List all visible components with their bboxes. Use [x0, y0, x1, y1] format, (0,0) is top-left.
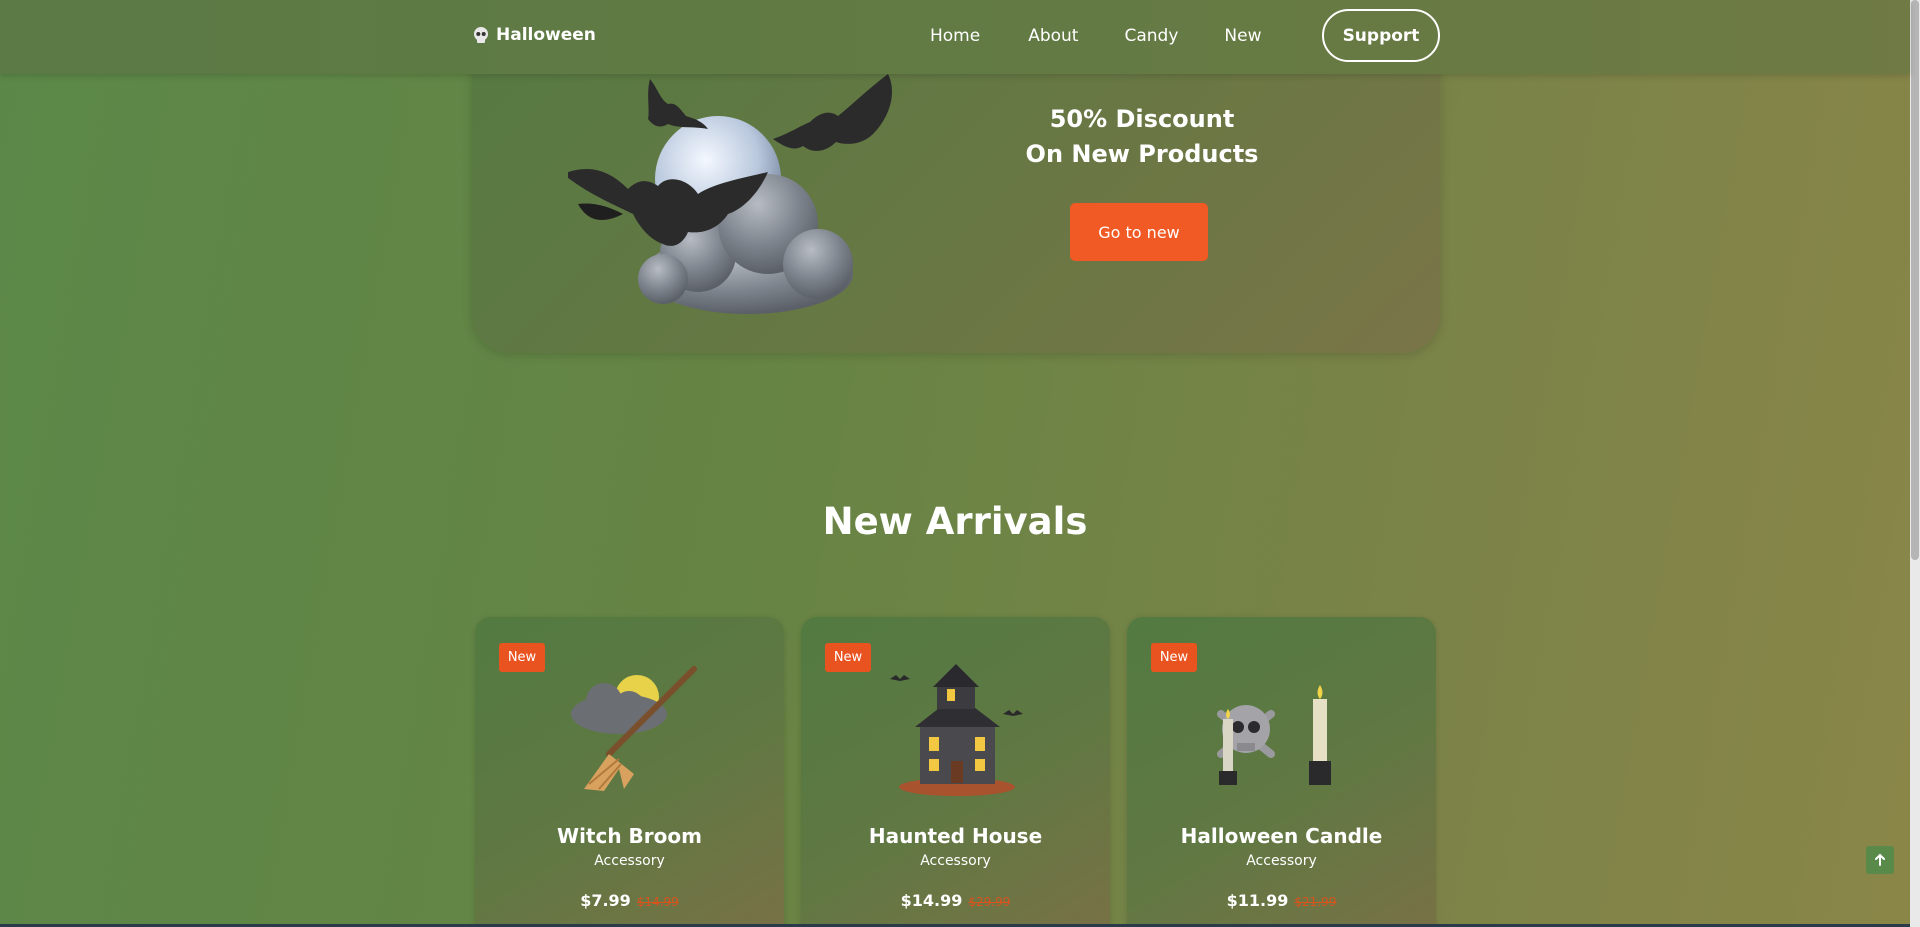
product-price: $7.99: [580, 891, 631, 910]
product-price-row: $11.99 $21.99: [1127, 891, 1436, 910]
brand-name: Halloween: [496, 25, 596, 45]
product-price: $11.99: [1226, 891, 1289, 910]
new-badge: New: [825, 643, 871, 672]
brand-logo[interactable]: Halloween: [472, 24, 596, 46]
nav-about-link[interactable]: About: [1028, 22, 1078, 50]
product-card[interactable]: New Halloween Candle Accessory $11.99 $21…: [1127, 617, 1436, 927]
product-price-row: $7.99 $14.99: [475, 891, 784, 910]
product-category: Accessory: [920, 853, 991, 869]
product-name: Witch Broom: [557, 824, 702, 848]
hero-title-line2: On New Products: [1025, 140, 1259, 168]
skull-icon: [474, 27, 488, 43]
product-card[interactable]: New Witch Broom Accessory $7.99 $14.99: [475, 617, 784, 927]
go-to-new-button[interactable]: Go to new: [1070, 203, 1208, 261]
section-title: New Arrivals: [822, 500, 1088, 543]
back-to-top-button[interactable]: [1866, 846, 1894, 874]
hero-title: 50% Discount On New Products: [982, 102, 1302, 172]
product-price: $14.99: [900, 891, 963, 910]
product-name: Haunted House: [868, 824, 1043, 848]
scrollbar[interactable]: [1910, 0, 1920, 927]
nav-candy-link[interactable]: Candy: [1124, 22, 1178, 50]
haunted-house-icon: [890, 664, 1023, 796]
nav-new-link[interactable]: New: [1224, 22, 1261, 50]
arrow-up-icon: [1875, 853, 1885, 866]
halloween-candle-icon: [1217, 685, 1331, 785]
support-button[interactable]: Support: [1322, 9, 1440, 62]
bats-moon-cloud-icon: [568, 74, 893, 314]
product-name: Halloween Candle: [1180, 824, 1383, 848]
hero-title-line1: 50% Discount: [1049, 105, 1235, 133]
nav-links: Home About Candy New: [930, 22, 1309, 50]
navbar: Halloween Home About Candy New Support: [0, 0, 1910, 74]
product-card[interactable]: New Haunted House Accessory $14.99 $29.99: [801, 617, 1110, 927]
witch-broom-icon: [571, 666, 697, 791]
new-badge: New: [499, 643, 545, 672]
product-old-price: $14.99: [636, 895, 679, 909]
product-category: Accessory: [1246, 853, 1317, 869]
product-price-row: $14.99 $29.99: [801, 891, 1110, 910]
hero-banner: 50% Discount On New Products Go to new: [472, 40, 1440, 353]
product-category: Accessory: [594, 853, 665, 869]
product-old-price: $21.99: [1294, 895, 1337, 909]
new-badge: New: [1151, 643, 1197, 672]
product-old-price: $29.99: [968, 895, 1011, 909]
nav-home-link[interactable]: Home: [930, 22, 980, 50]
scrollbar-thumb[interactable]: [1911, 0, 1919, 560]
